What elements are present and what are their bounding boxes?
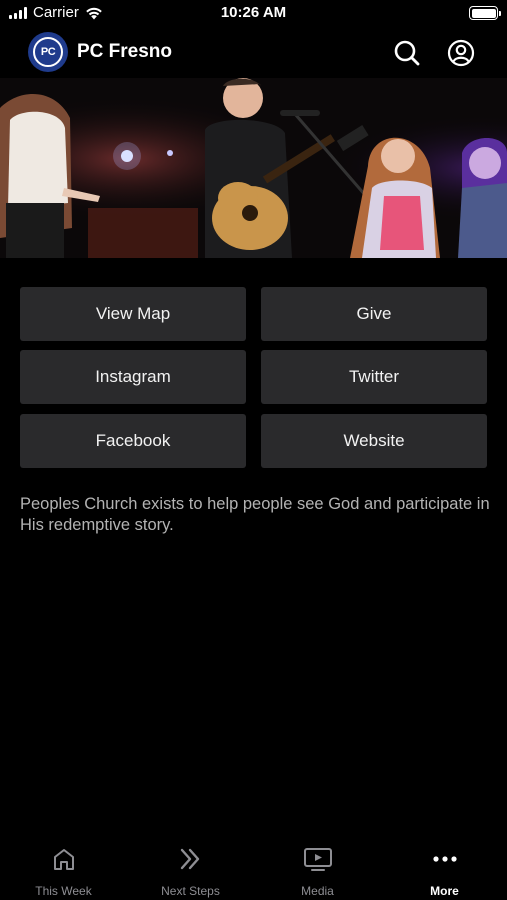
tab-more[interactable]: More [381,840,507,900]
tab-label: More [430,884,459,898]
profile-icon[interactable] [446,38,476,68]
double-chevron-icon [180,848,199,870]
app-header: PC PC Fresno [0,28,507,78]
home-icon [53,849,74,870]
tab-label: This Week [35,884,92,898]
status-time: 10:26 AM [220,4,287,21]
tab-label: Next Steps [161,884,220,898]
website-button[interactable]: Website [261,414,487,468]
facebook-button[interactable]: Facebook [20,414,246,468]
give-button[interactable]: Give [261,287,487,341]
view-map-button[interactable]: View Map [20,287,246,341]
tab-this-week[interactable]: This Week [0,840,127,900]
status-bar: Carrier 10:26 AM [0,0,507,28]
twitter-button[interactable]: Twitter [261,350,487,404]
page-title: PC Fresno [77,41,173,62]
logo-text: PC [33,37,63,67]
battery-icon [469,6,501,20]
tab-bar: This Week Next Steps Media More [0,840,507,900]
tv-play-icon [303,848,332,871]
more-dots-icon [432,856,457,862]
tab-label: Media [301,884,334,898]
search-icon[interactable] [392,38,422,68]
worship-band-photo [0,78,507,258]
hero-image [0,78,507,258]
tab-next-steps[interactable]: Next Steps [127,840,254,900]
church-logo: PC [28,32,68,72]
instagram-button[interactable]: Instagram [20,350,246,404]
about-description: Peoples Church exists to help people see… [20,495,490,534]
tab-media[interactable]: Media [254,840,381,900]
